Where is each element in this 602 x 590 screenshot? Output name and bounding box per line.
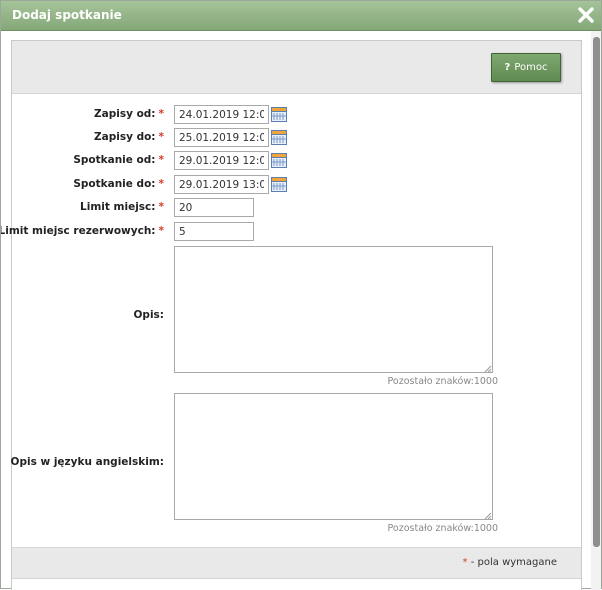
help-icon: ?	[504, 62, 511, 73]
reserve-seat-limit-input[interactable]	[174, 222, 254, 241]
field-label: Spotkanie od: *	[73, 154, 164, 166]
required-marker: *	[158, 154, 165, 166]
field-label: Limit miejsc rezerwowych: *	[1, 225, 164, 237]
dialog-content: ?Pomoc Zapisy od:* Zapisy do:*	[1, 31, 601, 590]
required-marker: *	[158, 178, 165, 190]
required-marker: *	[158, 108, 165, 120]
dialog-window: Dodaj spotkanie ? Pomoc Zapisy od: * 24.…	[0, 0, 602, 590]
required-fields-legend: * - pola wymagane	[462, 557, 557, 568]
calendar-icon[interactable]	[271, 129, 287, 145]
registration-to-input[interactable]	[174, 128, 269, 147]
scrollbar-thumb[interactable]	[593, 37, 600, 547]
required-marker: *	[158, 225, 165, 237]
form-footer: * - pola wymagane	[12, 547, 581, 579]
calendar-icon[interactable]	[271, 176, 287, 192]
required-marker: *	[158, 131, 165, 143]
field-label: Zapisy od: *	[94, 108, 164, 120]
vertical-scrollbar[interactable]	[591, 31, 601, 590]
field-label: Spotkanie do: *	[73, 178, 164, 190]
calendar-icon[interactable]	[271, 152, 287, 168]
help-button[interactable]: ? Pomoc	[491, 53, 561, 82]
description-en-textarea[interactable]	[174, 393, 493, 520]
required-marker: *	[158, 201, 165, 213]
calendar-icon[interactable]	[271, 106, 287, 122]
resize-grip-icon[interactable]	[484, 363, 492, 373]
help-button-label: Pomoc	[514, 62, 548, 73]
field-label: Zapisy do: *	[94, 131, 164, 143]
description-en-label: Opis w języku angielskim:	[10, 456, 164, 468]
toolbar: ? Pomoc	[12, 41, 581, 94]
dialog-titlebar[interactable]: Dodaj spotkanie	[1, 1, 601, 31]
dialog-title: Dodaj spotkanie	[12, 8, 122, 22]
field-label: Limit miejsc: *	[80, 201, 164, 213]
form-panel: ?Pomoc Zapisy od:* Zapisy do:*	[1, 40, 582, 590]
description-char-counter: Pozostało znaków:1000	[387, 376, 498, 387]
description-en-char-counter: Pozostało znaków:1000	[387, 523, 498, 534]
meeting-from-input[interactable]	[174, 151, 269, 170]
description-textarea[interactable]	[174, 246, 493, 373]
close-icon[interactable]	[577, 6, 595, 24]
resize-grip-icon[interactable]	[484, 510, 492, 520]
description-label: Opis:	[133, 309, 165, 321]
meeting-to-input[interactable]	[174, 175, 269, 194]
seat-limit-input[interactable]	[174, 198, 254, 217]
registration-from-input[interactable]	[174, 105, 269, 124]
